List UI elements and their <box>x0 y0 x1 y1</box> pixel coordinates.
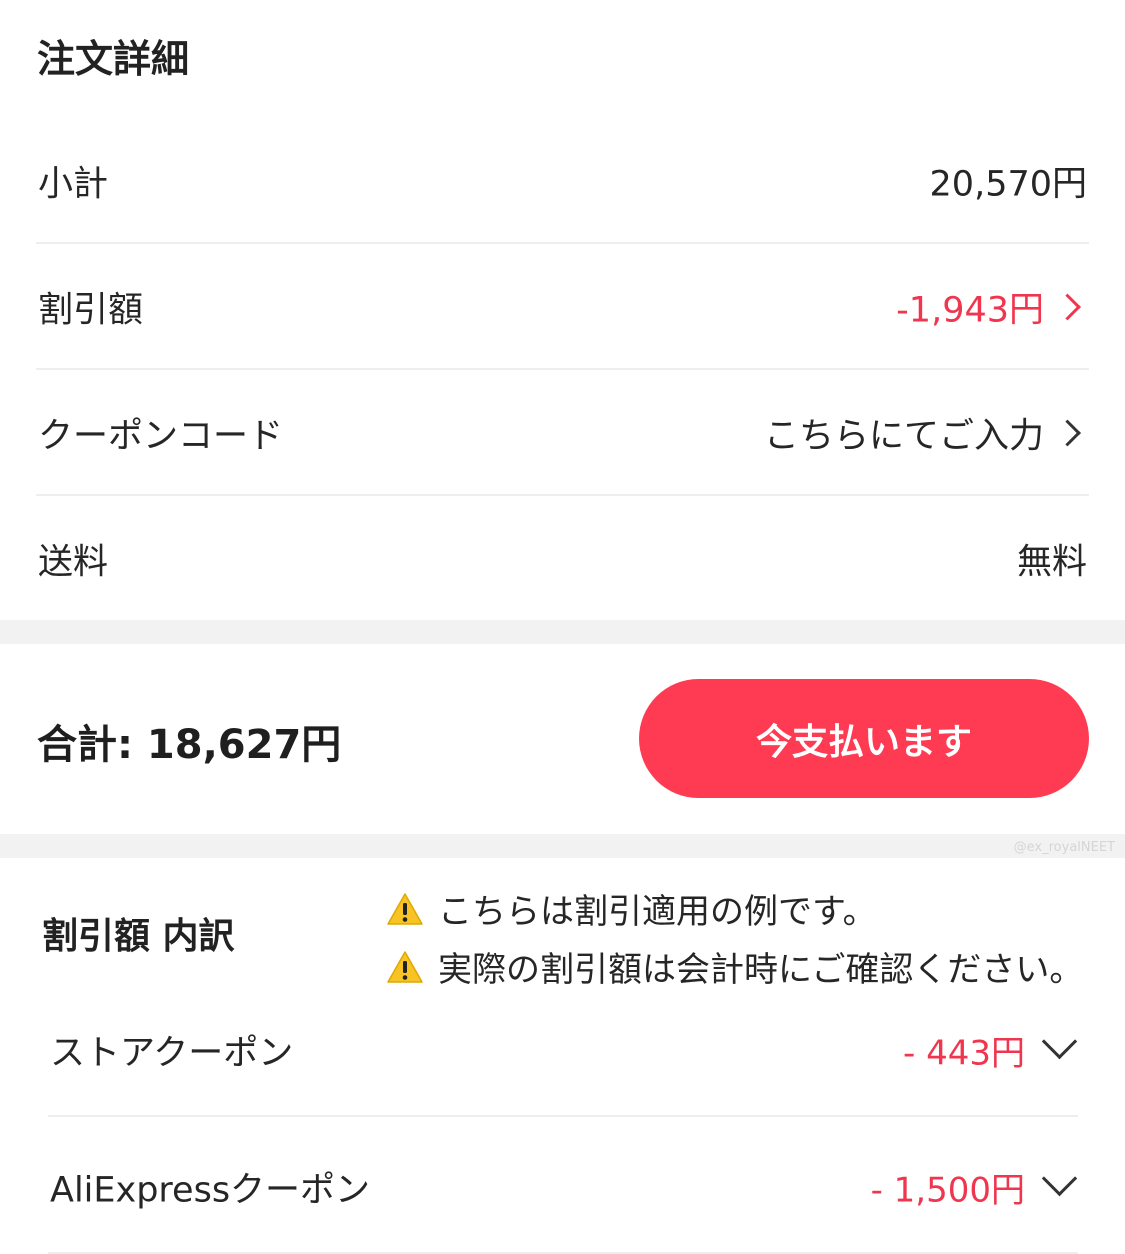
shipping-value: 無料 <box>1016 542 1087 583</box>
subtotal-label: 小計 <box>38 164 109 205</box>
pay-now-button[interactable]: 今支払います <box>639 679 1089 798</box>
watermark: @ex_royalNEET <box>1013 840 1115 855</box>
discount-row[interactable]: 割引額 -1,943円 <box>36 244 1089 370</box>
coupon-code-row[interactable]: クーポンコード こちらにてご入力 <box>36 370 1089 496</box>
aliexpress-coupon-row[interactable]: AliExpressクーポン - 1,500円 <box>48 1119 1078 1254</box>
store-coupon-value[interactable]: - 443円 <box>903 1023 1078 1074</box>
shipping-label: 送料 <box>38 542 109 583</box>
subtotal-value: 20,570円 <box>929 164 1087 205</box>
order-details-title: 注文詳細 <box>37 37 190 81</box>
warning-icon <box>387 950 423 983</box>
chevron-right-icon <box>1054 419 1081 447</box>
aliexpress-coupon-value[interactable]: - 1,500円 <box>871 1160 1078 1211</box>
section-separator <box>0 620 1125 644</box>
shipping-row: 送料 無料 <box>36 496 1089 622</box>
coupon-code-label: クーポンコード <box>38 416 284 457</box>
discount-breakdown-title: 割引額 内訳 <box>42 916 235 957</box>
chevron-down-icon <box>1041 1160 1078 1196</box>
order-total: 合計: 18,627円 <box>37 722 342 768</box>
discount-value[interactable]: -1,943円 <box>896 282 1087 333</box>
coupon-code-entry[interactable]: こちらにてご入力 <box>764 408 1087 459</box>
subtotal-row: 小計 20,570円 <box>36 118 1089 244</box>
notice-text: こちらは割引適用の例です。 <box>438 892 877 932</box>
notice-example: こちらは割引適用の例です。 <box>386 884 877 933</box>
warning-icon <box>387 892 423 925</box>
chevron-right-icon <box>1054 293 1081 321</box>
discount-label: 割引額 <box>38 290 144 331</box>
chevron-down-icon <box>1041 1023 1078 1059</box>
aliexpress-coupon-label: AliExpressクーポン <box>50 1170 371 1210</box>
divider <box>48 1115 1078 1117</box>
store-coupon-row[interactable]: ストアクーポン - 443円 <box>48 982 1078 1117</box>
section-separator <box>0 834 1125 858</box>
store-coupon-label: ストアクーポン <box>50 1033 294 1073</box>
